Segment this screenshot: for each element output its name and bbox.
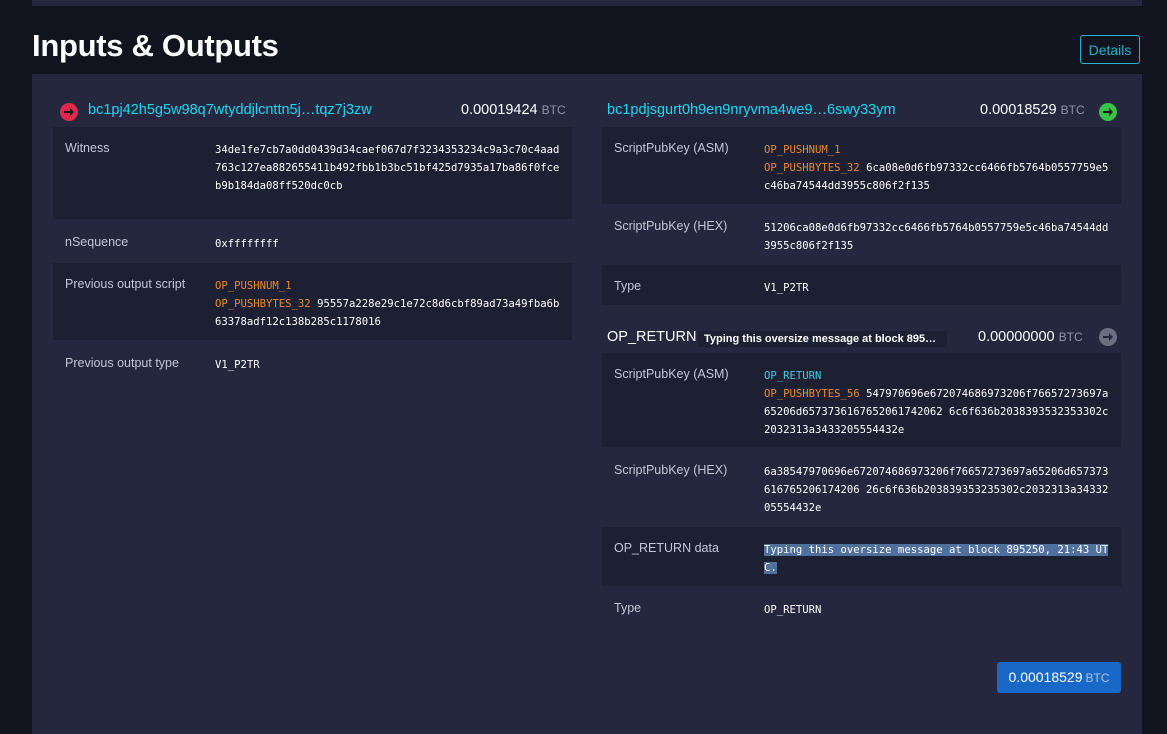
output-asm-row: ScriptPubKey (ASM) OP_PUSHNUM_1 OP_PUSHB…: [602, 127, 1121, 204]
opreturn-type-row: Type OP_RETURN: [602, 587, 1121, 627]
details-button[interactable]: Details: [1080, 35, 1140, 64]
output-hex-value: 51206ca08e0d6fb97332cc6466fb5764b0557759…: [764, 222, 1109, 252]
opreturn-label: OP_RETURN: [607, 329, 697, 345]
opreturn-amount: 0.00000000 BTC: [978, 329, 1083, 345]
output-type-row: Type V1_P2TR: [602, 265, 1121, 305]
opreturn-message-tag: Typing this oversize message at block 89…: [698, 331, 947, 347]
output-asm-value: OP_PUSHNUM_1 OP_PUSHBYTES_32 6ca08e0d6fb…: [764, 144, 1109, 192]
input-nsequence-row: nSequence 0xffffffff: [53, 221, 572, 261]
opreturn-data-row: OP_RETURN data Typing this oversize mess…: [602, 527, 1121, 586]
output-address-link[interactable]: bc1pdjsgurt0h9en9nryvma4we9…6swy33ym: [607, 102, 896, 118]
output-header: bc1pdjsgurt0h9en9nryvma4we9…6swy33ym 0.0…: [602, 98, 1121, 124]
input-prev-type-row: Previous output type V1_P2TR: [53, 342, 572, 382]
opreturn-header: OP_RETURN Typing this oversize message a…: [602, 326, 1121, 352]
output-amount: 0.00018529 BTC: [980, 102, 1085, 118]
opreturn-type-value: OP_RETURN: [764, 604, 822, 616]
opreturn-hex-value: 6a38547970696e672074686973206f7665727369…: [764, 466, 1109, 514]
witness-value: 34de1fe7cb7a0dd0439d34caef067d7f32343532…: [215, 144, 560, 192]
opreturn-asm-row: ScriptPubKey (ASM) OP_RETURN OP_PUSHBYTE…: [602, 353, 1121, 447]
opreturn-hex-row: ScriptPubKey (HEX) 6a38547970696e6720746…: [602, 449, 1121, 525]
previous-section-bottom: [32, 0, 1142, 6]
input-header: bc1pj42h5g5w98q7wtyddjlcnttn5j…tqz7j3zw …: [53, 98, 572, 124]
input-arrow-icon[interactable]: [60, 103, 78, 121]
prev-type-value: V1_P2TR: [215, 359, 260, 371]
opreturn-arrow-icon[interactable]: [1099, 328, 1117, 346]
section-title: Inputs & Outputs: [32, 28, 279, 63]
input-address-link[interactable]: bc1pj42h5g5w98q7wtyddjlcnttn5j…tqz7j3zw: [88, 102, 372, 118]
input-witness-row: Witness 34de1fe7cb7a0dd0439d34caef067d7f…: [53, 127, 572, 219]
input-prev-script-row: Previous output script OP_PUSHNUM_1 OP_P…: [53, 263, 572, 340]
nsequence-value: 0xffffffff: [215, 238, 279, 250]
opreturn-data-value[interactable]: Typing this oversize message at block 89…: [764, 541, 1109, 577]
input-amount: 0.00019424 BTC: [461, 102, 566, 118]
output-hex-row: ScriptPubKey (HEX) 51206ca08e0d6fb97332c…: [602, 205, 1121, 263]
total-amount-badge: 0.00018529 BTC: [997, 662, 1121, 693]
prev-script-value: OP_PUSHNUM_1 OP_PUSHBYTES_32 95557a228e2…: [215, 280, 560, 328]
opreturn-asm-value: OP_RETURN OP_PUSHBYTES_56 547970696e6720…: [764, 370, 1109, 436]
output-type-value: V1_P2TR: [764, 282, 809, 294]
output-arrow-icon[interactable]: [1099, 103, 1117, 121]
